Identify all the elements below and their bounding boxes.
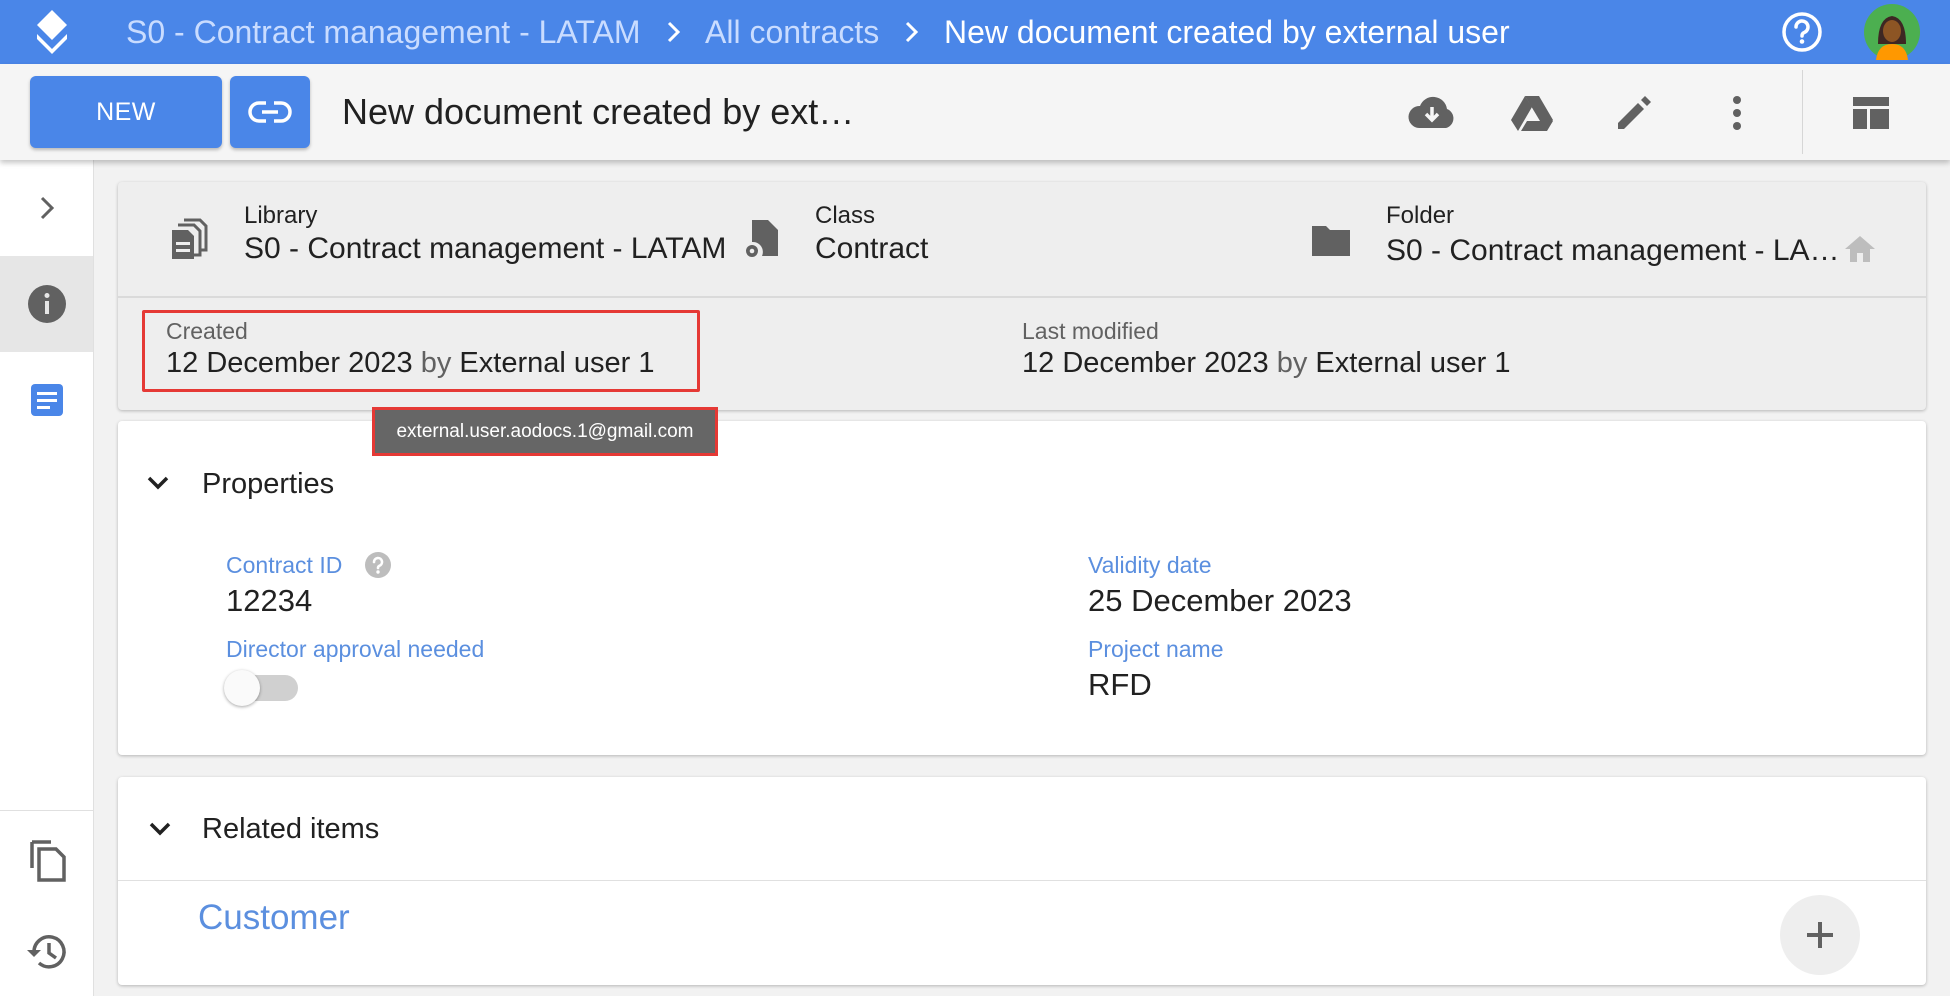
document-header-card: Library S0 - Contract management - LATAM… (118, 182, 1926, 410)
app-logo-icon[interactable] (32, 8, 72, 56)
related-items-card (118, 777, 1926, 985)
rail-item-history[interactable] (0, 908, 93, 996)
chevron-down-icon[interactable] (146, 472, 170, 496)
breadcrumb-current-document: New document created by external user (944, 14, 1510, 50)
document-icon (29, 382, 65, 418)
customer-link[interactable]: Customer (198, 898, 350, 938)
home-icon[interactable] (1843, 234, 1877, 264)
created-highlight-box (142, 310, 700, 392)
chevron-right-icon (902, 20, 922, 44)
related-items-title[interactable]: Related items (202, 813, 379, 846)
link-icon (248, 100, 292, 124)
header-divider (118, 296, 1926, 298)
director-approval-label: Director approval needed (226, 636, 485, 662)
breadcrumb-view[interactable]: All contracts (705, 12, 879, 52)
class-label: Class (815, 202, 876, 229)
project-name-value: RFD (1088, 667, 1152, 702)
rail-item-info[interactable] (0, 256, 93, 352)
add-related-button[interactable] (1780, 895, 1860, 975)
validity-date-label: Validity date (1088, 552, 1212, 578)
contract-id-label: Contract ID (226, 552, 343, 578)
file-copy-icon (27, 838, 67, 882)
validity-date-value: 25 December 2023 (1088, 583, 1352, 618)
library-label: Library (244, 202, 318, 229)
related-divider (118, 880, 1926, 881)
new-button[interactable]: NEW (30, 76, 222, 148)
modified-user[interactable]: External user 1 (1315, 347, 1510, 379)
user-email-tooltip: external.user.aodocs.1@gmail.com (372, 407, 718, 456)
folder-icon (1310, 222, 1352, 258)
plus-icon (1805, 920, 1835, 950)
properties-title[interactable]: Properties (202, 468, 334, 501)
chevron-right-icon (664, 20, 684, 44)
document-toolbar: NEW New document created by ext… (0, 64, 1950, 160)
document-title: New document created by ext… (342, 91, 855, 132)
contract-id-value: 12234 (226, 583, 313, 618)
cloud-download-icon[interactable] (1407, 88, 1457, 138)
left-rail (0, 160, 94, 996)
rail-divider (0, 810, 93, 811)
rail-item-copies[interactable] (0, 812, 93, 908)
layout-icon[interactable] (1846, 88, 1896, 138)
history-icon (25, 932, 69, 972)
library-icon (170, 218, 208, 260)
chevron-right-icon (37, 194, 57, 222)
help-circle-icon[interactable] (364, 551, 392, 579)
expand-panel-button[interactable] (0, 160, 93, 256)
folder-label: Folder (1386, 202, 1455, 229)
folder-value[interactable]: S0 - Contract management - LA… (1386, 234, 1840, 268)
library-value[interactable]: S0 - Contract management - LATAM (244, 232, 726, 266)
modified-date: 12 December 2023 (1022, 347, 1269, 379)
top-app-bar: S0 - Contract management - LATAM All con… (0, 0, 1950, 64)
properties-card (118, 421, 1926, 755)
edit-icon[interactable] (1609, 88, 1659, 138)
project-name-label: Project name (1088, 636, 1224, 662)
last-modified-value: 12 December 2023 by External user 1 (1022, 347, 1510, 380)
class-value: Contract (815, 232, 929, 265)
class-settings-icon (744, 218, 782, 260)
copy-link-button[interactable] (230, 76, 310, 148)
last-modified-label: Last modified (1022, 318, 1159, 344)
rail-item-document[interactable] (0, 352, 93, 448)
drive-icon[interactable] (1507, 88, 1557, 138)
toolbar-divider (1802, 70, 1803, 154)
modified-by-word: by (1276, 347, 1308, 379)
chevron-down-icon[interactable] (148, 818, 172, 842)
info-icon (27, 284, 67, 324)
director-approval-toggle-thumb[interactable] (224, 670, 260, 706)
breadcrumb-library[interactable]: S0 - Contract management - LATAM (126, 12, 641, 52)
avatar[interactable] (1864, 4, 1920, 60)
more-vert-icon[interactable] (1712, 88, 1762, 138)
help-icon[interactable] (1780, 10, 1824, 54)
